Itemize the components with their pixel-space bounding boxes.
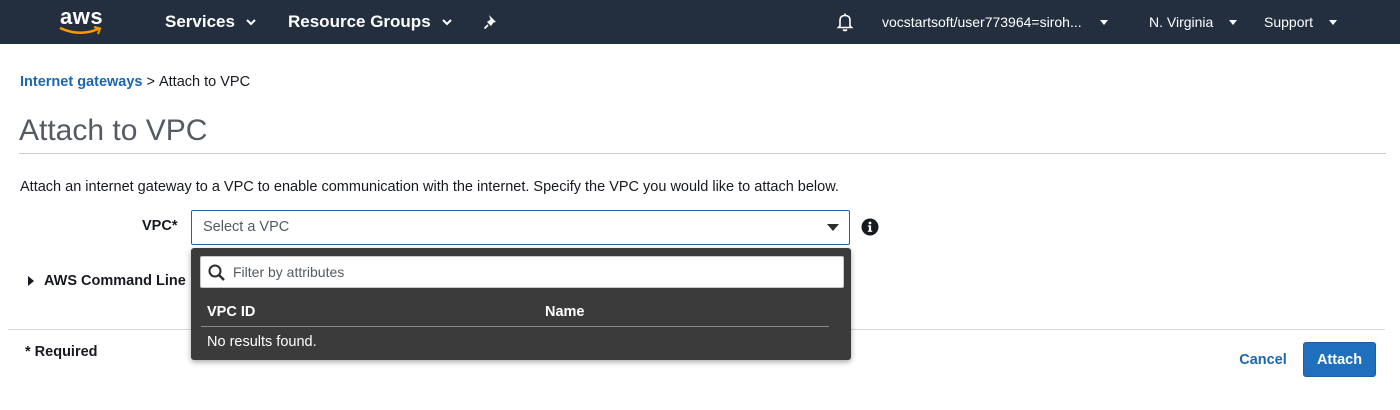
account-label: vocstartsoft/user773964=siroh... bbox=[882, 14, 1082, 30]
caret-down-icon bbox=[1229, 19, 1238, 25]
vpc-select-value: Select a VPC bbox=[203, 219, 290, 235]
caret-down-icon bbox=[827, 224, 839, 231]
account-menu[interactable]: vocstartsoft/user773964=siroh... bbox=[882, 0, 1108, 44]
bell-icon[interactable] bbox=[834, 11, 856, 33]
chevron-down-icon bbox=[246, 19, 256, 26]
services-label: Services bbox=[165, 12, 235, 31]
breadcrumb: Internet gateways > Attach to VPC bbox=[20, 74, 250, 90]
column-header-divider bbox=[201, 326, 829, 327]
caret-down-icon bbox=[1329, 19, 1338, 25]
aws-cli-expander[interactable]: AWS Command Line bbox=[28, 273, 186, 289]
search-icon bbox=[208, 264, 225, 281]
region-menu[interactable]: N. Virginia bbox=[1149, 0, 1238, 44]
breadcrumb-link-internet-gateways[interactable]: Internet gateways bbox=[20, 74, 143, 90]
region-label: N. Virginia bbox=[1149, 14, 1214, 30]
resource-groups-menu[interactable]: Resource Groups bbox=[288, 0, 453, 44]
services-menu[interactable]: Services bbox=[165, 0, 257, 44]
page-description: Attach an internet gateway to a VPC to e… bbox=[20, 179, 839, 195]
title-divider bbox=[19, 153, 1386, 154]
required-note: * Required bbox=[25, 344, 98, 360]
page-title: Attach to VPC bbox=[19, 114, 208, 147]
cancel-button[interactable]: Cancel bbox=[1230, 342, 1296, 377]
breadcrumb-separator: > bbox=[146, 74, 155, 90]
logo-smile-icon bbox=[59, 26, 102, 35]
attach-button[interactable]: Attach bbox=[1303, 342, 1376, 377]
caret-down-icon bbox=[1099, 19, 1108, 25]
vpc-dropdown-panel: VPC ID Name No results found. bbox=[191, 248, 851, 360]
filter-field[interactable] bbox=[200, 256, 844, 288]
vpc-select[interactable]: Select a VPC bbox=[191, 210, 850, 245]
top-navigation-bar: aws Services Resource Groups vocstartsof… bbox=[0, 0, 1400, 44]
column-header-name: Name bbox=[545, 304, 585, 320]
chevron-down-icon bbox=[441, 19, 452, 26]
column-header-vpc-id: VPC ID bbox=[207, 304, 256, 320]
vpc-field-label: VPC* bbox=[142, 218, 178, 234]
caret-right-icon bbox=[28, 276, 34, 286]
aws-logo[interactable]: aws bbox=[54, 4, 114, 38]
breadcrumb-current: Attach to VPC bbox=[158, 74, 251, 90]
resource-groups-label: Resource Groups bbox=[288, 12, 431, 31]
support-menu[interactable]: Support bbox=[1264, 0, 1338, 44]
empty-results-message: No results found. bbox=[207, 334, 317, 350]
aws-cli-expander-label: AWS Command Line bbox=[44, 273, 186, 289]
pin-icon[interactable] bbox=[481, 12, 501, 32]
info-icon[interactable] bbox=[861, 218, 879, 236]
support-label: Support bbox=[1264, 14, 1314, 30]
filter-input[interactable] bbox=[233, 257, 833, 287]
